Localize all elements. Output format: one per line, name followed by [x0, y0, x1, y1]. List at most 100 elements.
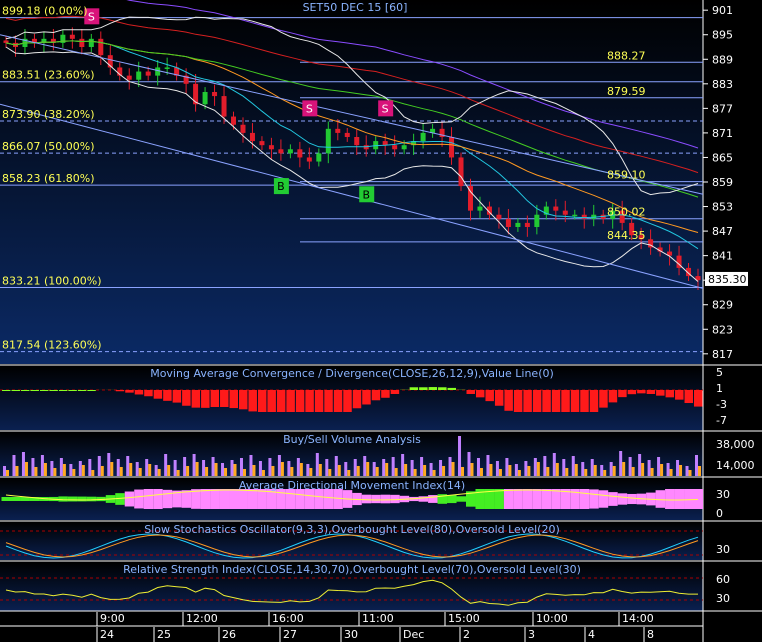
macd-histogram-bar — [314, 390, 324, 412]
candle-body — [449, 137, 455, 158]
fib-label: 899.18 (0.00%) — [2, 5, 88, 18]
adx-band-bar — [494, 489, 504, 509]
adx-band-bar — [134, 489, 144, 509]
adx-band-bar — [418, 496, 429, 502]
volume-bar-buy — [344, 462, 348, 476]
volume-bar-sell — [62, 464, 66, 476]
volume-bar-buy — [221, 463, 225, 476]
volume-bar-buy — [363, 456, 367, 476]
volume-bar-buy — [600, 465, 604, 476]
time-label: 16:00 — [272, 612, 304, 625]
volume-bar-sell — [479, 468, 483, 476]
rsi-y-tick-label: 60 — [716, 573, 730, 586]
volume-bar-buy — [657, 457, 661, 476]
volume-bar-sell — [167, 465, 171, 476]
volume-bar-sell — [394, 468, 398, 476]
macd-histogram-bar — [229, 390, 239, 409]
volume-bar-buy — [107, 453, 111, 476]
adx-band-bar — [371, 494, 381, 504]
volume-bar-sell — [669, 469, 673, 476]
volume-bar-sell — [423, 465, 427, 476]
volume-bar-buy — [154, 465, 158, 476]
candle-body — [88, 38, 94, 47]
time-label: 10:00 — [536, 612, 568, 625]
date-label: 24 — [100, 628, 114, 641]
vol-title: Buy/Sell Volume Analysis — [283, 433, 421, 446]
volume-bar-sell — [527, 466, 531, 476]
macd-histogram-bar — [390, 390, 400, 394]
time-label: 9:00 — [100, 612, 125, 625]
candle-body — [221, 96, 227, 117]
adx-y-tick-label: 0 — [716, 507, 723, 520]
candle-body — [202, 92, 208, 105]
adx-band-bar — [295, 489, 305, 509]
macd-histogram-bar — [675, 390, 684, 400]
volume-bar-sell — [328, 469, 332, 476]
adx-band-bar — [323, 489, 334, 509]
volume-bar-buy — [116, 459, 120, 476]
volume-bar-sell — [698, 466, 701, 476]
volume-bar-sell — [138, 468, 142, 476]
candle-body — [505, 218, 511, 227]
volume-bar-sell — [224, 468, 228, 476]
macd-histogram-bar — [485, 390, 494, 402]
volume-bar-buy — [638, 454, 642, 476]
volume-bar-sell — [119, 467, 123, 476]
adx-band-bar — [314, 489, 324, 509]
candle-body — [524, 222, 530, 227]
candle-body — [401, 145, 407, 150]
macd-histogram-bar — [11, 390, 20, 391]
rsi-title: Relative Strength Index(CLOSE,14,30,70),… — [123, 563, 581, 576]
volume-bar-buy — [12, 455, 16, 476]
candle-body — [572, 214, 578, 217]
adx-band-bar — [304, 489, 315, 509]
stoch-title: Slow Stochastics Oscillator(9,3,3),Overb… — [144, 523, 560, 536]
main-y-tick-label: 865 — [712, 151, 733, 164]
macd-histogram-bar — [39, 390, 49, 391]
fib-label: 858.23 (61.80%) — [2, 172, 95, 185]
volume-bar-buy — [382, 459, 386, 476]
chart-canvas[interactable]: 901 895 889 883 877 871 865 859 853 847 841 8 3 5 829 8… — [0, 0, 762, 642]
macd-histogram-bar — [352, 390, 362, 409]
main-y-tick-label: 823 — [712, 323, 733, 336]
sell-signal-label: S — [382, 102, 389, 115]
volume-bar-buy — [552, 453, 556, 476]
volume-bar-buy — [202, 460, 206, 476]
adx-band-bar — [257, 489, 267, 509]
volume-bar-sell — [290, 467, 294, 476]
macd-title: Moving Average Convergence / Divergence(… — [150, 367, 554, 380]
macd-histogram-bar — [475, 390, 485, 398]
candle-body — [126, 75, 132, 80]
time-label: 11:00 — [362, 612, 394, 625]
chart-title: SET50 DEC 15 [60] — [303, 1, 408, 14]
adx-band-bar — [77, 496, 87, 502]
volume-bar-buy — [581, 462, 585, 476]
volume-bar-sell — [261, 470, 265, 476]
macd-histogram-bar — [144, 390, 153, 397]
date-label: 8 — [647, 628, 654, 641]
candle-body — [155, 67, 161, 76]
volume-bar-buy — [173, 460, 177, 476]
adx-band-bar — [532, 489, 542, 509]
volume-bar-sell — [584, 469, 588, 476]
volume-bar-sell — [508, 465, 512, 476]
volume-bar-buy — [334, 456, 338, 476]
candle-body — [249, 132, 255, 142]
adx-band-bar — [124, 491, 135, 507]
macd-histogram-bar — [2, 390, 11, 391]
volume-bar-sell — [299, 463, 303, 476]
volume-bar-buy — [476, 458, 480, 476]
main-y-tick-label: 859 — [712, 176, 733, 189]
adx-band-bar — [447, 494, 457, 504]
macd-histogram-bar — [513, 390, 523, 412]
volume-bar-buy — [50, 461, 54, 476]
macd-histogram-bar — [523, 390, 532, 412]
macd-histogram-bar — [618, 390, 627, 398]
candle-body — [392, 145, 398, 150]
candle-body — [79, 38, 85, 47]
macd-y-tick-label: -3 — [716, 398, 727, 411]
volume-bar-buy — [685, 466, 689, 476]
macd-histogram-bar — [333, 390, 343, 412]
price-level-label: 859.10 — [607, 169, 646, 182]
macd-histogram-bar — [504, 390, 513, 411]
